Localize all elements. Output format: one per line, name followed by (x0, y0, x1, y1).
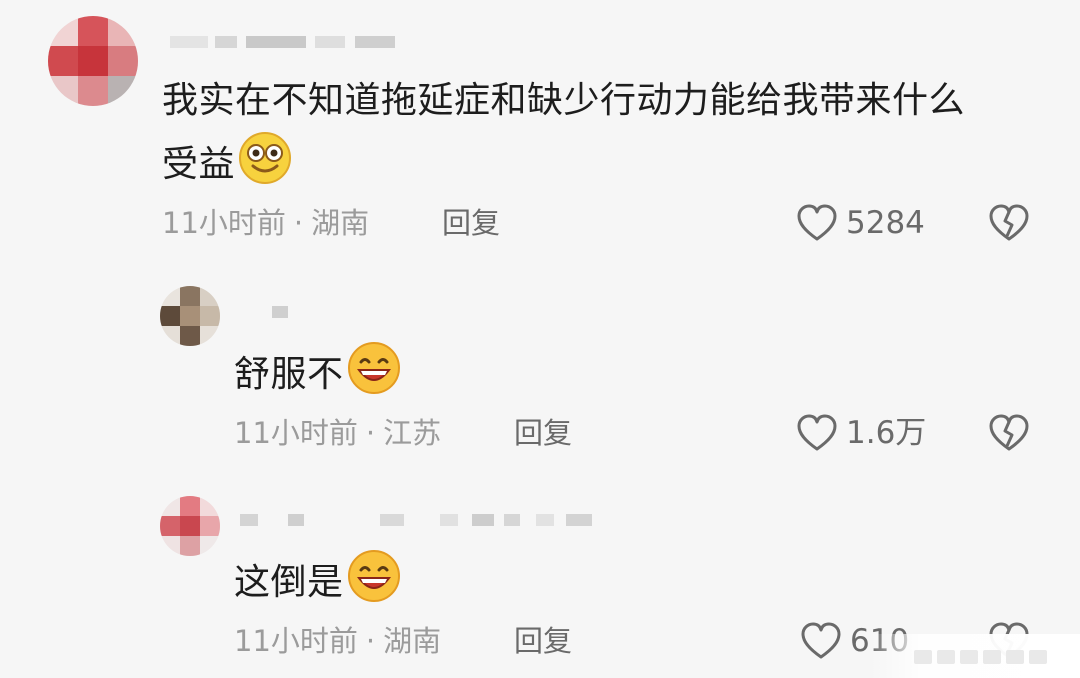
laughing-glasses-emoji-icon (237, 130, 293, 202)
pixelated-avatar-image (48, 16, 138, 106)
avatar[interactable] (160, 496, 220, 556)
comment-location: 湖南 (383, 624, 442, 658)
comment-text-line1: 我实在不知道拖延症和缺少行动力能给我带来什么 (162, 80, 966, 121)
broken-heart-icon (989, 204, 1029, 241)
reply-button[interactable]: 回复 (514, 624, 572, 658)
comment-text-line1: 舒服不 (234, 354, 344, 395)
comment-time: 11小时前 (234, 416, 358, 450)
comment-text-line2: 受益 (162, 144, 236, 185)
heart-icon (797, 414, 837, 451)
grinning-emoji-icon (346, 548, 402, 620)
heart-icon (801, 622, 841, 659)
heart-icon (797, 204, 837, 241)
comment-meta: 11小时前 · 湖南 (162, 206, 369, 240)
comment-item: 我实在不知道拖延症和缺少行动力能给我带来什么 受益 11小时前 · 湖南 回复 52… (0, 0, 1080, 260)
username-blurred[interactable] (240, 514, 600, 526)
username-blurred[interactable] (170, 36, 400, 48)
pixelated-avatar-image (160, 286, 220, 346)
like-count: 5284 (846, 205, 925, 241)
avatar[interactable] (48, 16, 138, 106)
comment-text: 我实在不知道拖延症和缺少行动力能给我带来什么 (162, 74, 965, 128)
comment-time: 11小时前 (234, 624, 358, 658)
meta-separator: · (365, 624, 376, 658)
pixelated-avatar-image (160, 496, 220, 556)
like-count: 1.6万 (846, 415, 927, 451)
comment-text-line1: 这倒是 (234, 562, 344, 603)
comment-meta: 11小时前 · 江苏 (234, 416, 441, 450)
avatar[interactable] (160, 286, 220, 346)
reply-button[interactable]: 回复 (442, 206, 500, 240)
broken-heart-icon (989, 414, 1029, 451)
comment-text: 这倒是 (234, 548, 402, 620)
like-button[interactable]: 1.6万 (796, 414, 926, 452)
reply-button[interactable]: 回复 (514, 416, 572, 450)
reply-comment-item: 舒服不 11小时前 · 江苏 回复 1.6万 (0, 270, 1080, 470)
comment-location: 湖南 (311, 206, 370, 240)
username-blurred[interactable] (272, 306, 292, 318)
comment-time: 11小时前 (162, 206, 286, 240)
watermark-overlay (870, 634, 1080, 678)
comment-text-line2-row: 受益 (162, 130, 293, 202)
comment-text: 舒服不 (234, 340, 402, 412)
dislike-button[interactable] (988, 204, 1030, 246)
grinning-emoji-icon (346, 340, 402, 412)
like-button[interactable]: 5284 (796, 204, 925, 242)
dislike-button[interactable] (988, 414, 1030, 456)
comment-meta: 11小时前 · 湖南 (234, 624, 441, 658)
meta-separator: · (365, 416, 376, 450)
meta-separator: · (293, 206, 304, 240)
comment-location: 江苏 (383, 416, 442, 450)
